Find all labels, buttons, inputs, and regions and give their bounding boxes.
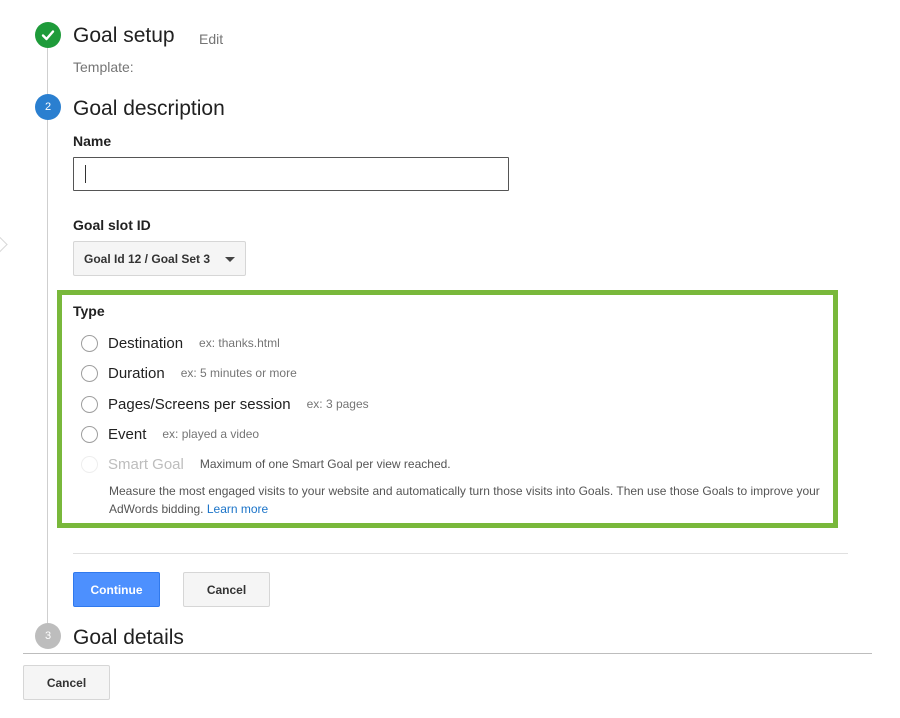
type-option-label: Duration — [108, 364, 165, 382]
step-pending-marker: 3 — [35, 623, 61, 649]
template-label: Template: — [73, 59, 134, 75]
check-icon — [41, 30, 55, 41]
radio-destination[interactable] — [81, 334, 98, 352]
type-option-example: ex: played a video — [162, 427, 260, 441]
section-divider — [73, 553, 848, 554]
type-option-label: Pages/Screens per session — [108, 395, 291, 413]
bottom-cancel-button[interactable]: Cancel — [23, 665, 110, 700]
radio-smart-goal — [81, 455, 98, 473]
step-active-marker: 2 — [35, 94, 61, 120]
type-option-destination[interactable]: Destination ex: thanks.html — [81, 333, 280, 353]
type-option-duration[interactable]: Duration ex: 5 minutes or more — [81, 363, 297, 383]
type-option-label: Destination — [108, 334, 184, 352]
step-title-goal-description: Goal description — [73, 97, 225, 120]
step-complete-marker — [35, 22, 61, 48]
type-option-label: Smart Goal — [108, 455, 184, 473]
type-option-pages-per-session[interactable]: Pages/Screens per session ex: 3 pages — [81, 394, 369, 414]
edit-goal-setup-link[interactable]: Edit — [199, 31, 223, 47]
type-label: Type — [73, 303, 105, 319]
goal-slot-value: Goal Id 12 / Goal Set 3 — [84, 251, 211, 266]
goal-slot-label: Goal slot ID — [73, 217, 151, 233]
type-option-event[interactable]: Event ex: played a video — [81, 424, 259, 444]
text-caret — [85, 165, 86, 183]
goal-editor-page: Goal setup Edit Template: 2 Goal descrip… — [0, 0, 900, 718]
bottom-divider — [23, 653, 872, 654]
radio-event[interactable] — [81, 425, 98, 443]
type-option-example: ex: thanks.html — [199, 336, 280, 350]
continue-button[interactable]: Continue — [73, 572, 160, 607]
step-title-goal-details: Goal details — [73, 626, 184, 649]
goal-slot-dropdown[interactable]: Goal Id 12 / Goal Set 3 — [73, 241, 246, 276]
smart-goal-description: Measure the most engaged visits to your … — [109, 482, 829, 518]
type-option-example: ex: 3 pages — [306, 397, 369, 411]
cancel-button[interactable]: Cancel — [183, 572, 270, 607]
chevron-left-icon — [0, 235, 8, 254]
radio-pages-per-session[interactable] — [81, 395, 98, 413]
radio-duration[interactable] — [81, 364, 98, 382]
step-title-goal-setup: Goal setup — [73, 24, 175, 47]
name-label: Name — [73, 133, 112, 149]
type-option-smart-goal: Smart Goal Maximum of one Smart Goal per… — [81, 454, 451, 474]
smart-goal-limit-note: Maximum of one Smart Goal per view reach… — [199, 457, 451, 471]
type-option-label: Event — [108, 425, 147, 443]
step-timeline-line — [47, 40, 48, 635]
learn-more-link[interactable]: Learn more — [207, 502, 268, 516]
caret-down-icon — [225, 257, 235, 262]
type-option-example: ex: 5 minutes or more — [180, 366, 297, 380]
goal-name-input[interactable] — [73, 157, 509, 191]
